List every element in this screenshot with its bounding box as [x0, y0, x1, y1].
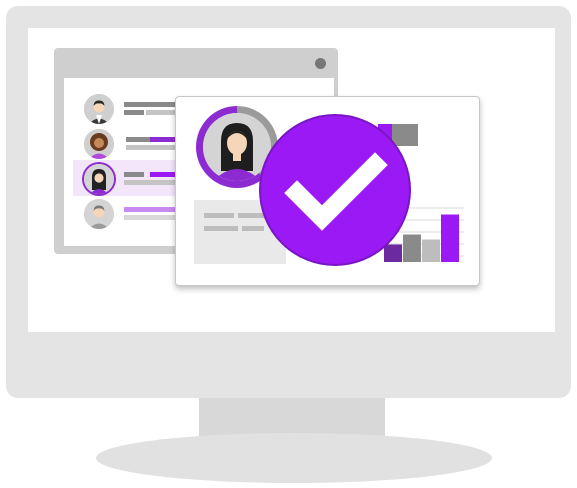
- verified-badge: [259, 114, 411, 266]
- woman-curly-avatar-icon: [84, 129, 114, 159]
- list-bar: [124, 172, 144, 177]
- list-bar: [150, 137, 176, 142]
- list-bar: [126, 145, 176, 150]
- list-item[interactable]: [84, 94, 180, 124]
- checkmark-icon: [284, 152, 388, 231]
- man-suit-avatar-icon: [84, 94, 114, 124]
- detail-bar: [204, 213, 234, 218]
- list-bar: [124, 207, 176, 212]
- list-bar: [124, 180, 176, 185]
- list-item[interactable]: [84, 199, 180, 229]
- list-bar: [124, 215, 176, 220]
- list-bar: [124, 110, 144, 115]
- man-gray-avatar-icon: [84, 199, 114, 229]
- detail-bar: [242, 226, 264, 231]
- monitor-stand-base: [96, 433, 492, 483]
- window-dot-icon: [315, 58, 326, 69]
- woman-avatar-icon: [84, 164, 114, 194]
- list-bar: [124, 102, 176, 107]
- list-bar: [146, 110, 176, 115]
- list-bar: [126, 137, 150, 142]
- list-item-selected[interactable]: [84, 164, 180, 194]
- detail-bar: [238, 213, 264, 218]
- list-bar: [150, 172, 176, 177]
- chart-bar: [403, 234, 421, 262]
- detail-bar: [204, 226, 238, 231]
- chart-bar: [422, 239, 440, 262]
- list-item[interactable]: [84, 129, 180, 159]
- chart-bar: [384, 244, 402, 262]
- chart-bar: [441, 214, 459, 262]
